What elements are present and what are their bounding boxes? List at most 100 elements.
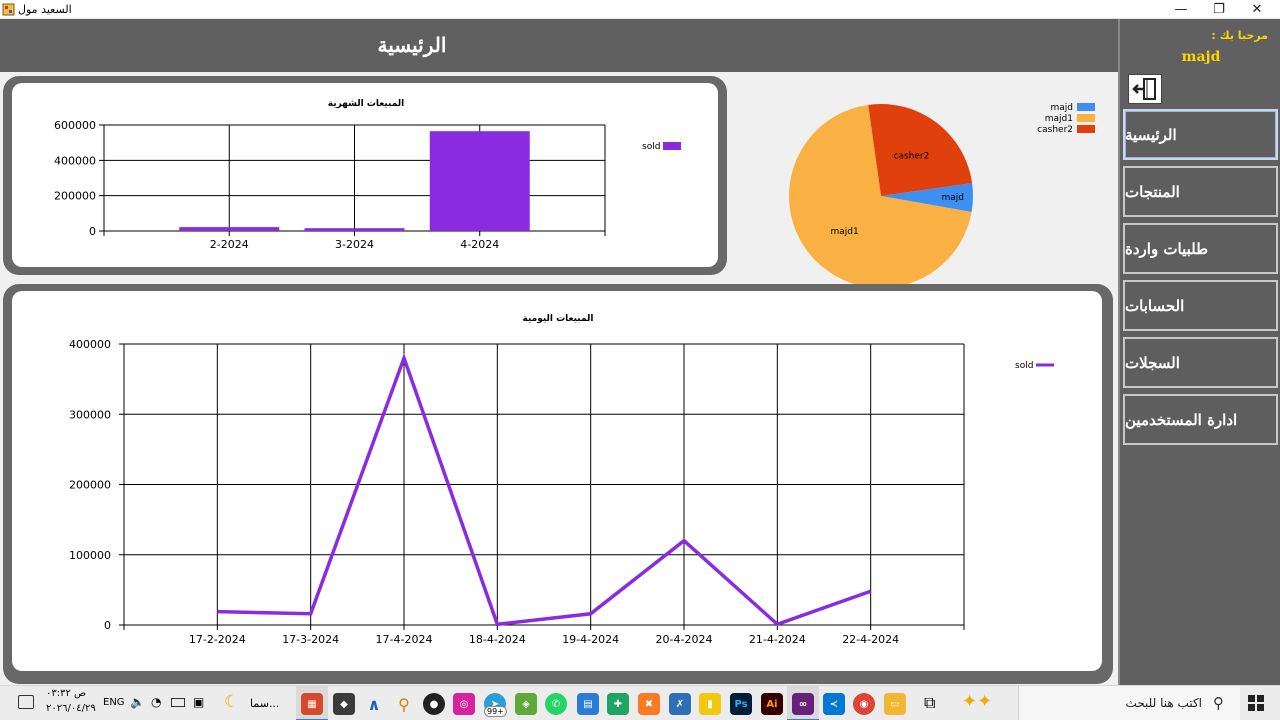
logout-button[interactable]	[1128, 74, 1162, 104]
page-header: الرئيسية	[0, 19, 1118, 72]
x-tick-label: 22-4-2024	[842, 633, 899, 646]
window-titlebar: السعيد مول — ❐ ✕	[0, 0, 1280, 19]
blue-app-icon[interactable]: ▤	[577, 693, 599, 715]
nav-products[interactable]: المنتجات	[1123, 166, 1278, 217]
powerbi-icon[interactable]: ▮	[699, 693, 721, 715]
task-view-icon[interactable]: ⧉	[924, 693, 935, 713]
x-tick-label: 3-2024	[335, 238, 374, 251]
notifications-icon[interactable]	[18, 695, 34, 709]
daily-sales-panel: المبيعات اليومية 0 100000 200000 300000 40000…	[12, 291, 1102, 671]
nav-home[interactable]: الرئيسية	[1123, 109, 1278, 160]
y-tick-label: 300000	[69, 408, 111, 421]
file-explorer-icon[interactable]: ▭	[884, 693, 906, 715]
legend-label: sold	[1015, 361, 1033, 371]
x-tick-label: 2-2024	[210, 238, 249, 251]
y-tick-label: 200000	[54, 190, 96, 203]
weather-label[interactable]: سما...	[250, 697, 279, 710]
legend-label: sold	[642, 142, 660, 152]
welcome-label: مرحبا بك :	[1211, 29, 1268, 42]
spreadsheet-app-icon[interactable]: ✚	[607, 693, 629, 715]
legend-label: majd1	[1045, 114, 1073, 124]
weather-moon-icon[interactable]: ☾	[224, 692, 239, 712]
search-app-icon[interactable]: ⚲	[393, 693, 415, 715]
main-content: الرئيسية المبيعات الشهرية 0 200000 400000 60…	[0, 19, 1118, 685]
meet-now-icon[interactable]: ▣	[193, 695, 204, 709]
taskbar-date[interactable]: ۲۰۲٦/۰٤/۲۹	[46, 703, 96, 714]
nav-records[interactable]: السجلات	[1123, 337, 1278, 388]
vscode-icon[interactable]: ≺	[823, 693, 845, 715]
whatsapp-icon[interactable]: ✆	[545, 693, 567, 715]
y-tick-label: 0	[104, 619, 111, 632]
chart-title: المبيعات اليومية	[523, 314, 594, 324]
search-icon: ⚲	[1213, 694, 1224, 712]
app-icon	[2, 3, 15, 16]
legend-swatch	[1077, 114, 1095, 122]
y-tick-label: 200000	[69, 479, 111, 492]
monthly-sales-chart: المبيعات الشهرية 0 200000 400000 600000 2-202…	[54, 99, 681, 251]
windows-taskbar: ۰۳:۳۲ ص ۲۰۲٦/۰٤/۲۹ ENG 🔈 ◔ ▣ ☾ سما... ▦ …	[0, 685, 1280, 720]
copilot-sparkle-icon[interactable]: ✦✦	[962, 691, 992, 712]
x-tick-label: 17-4-2024	[376, 633, 433, 646]
sold-line-series	[217, 352, 872, 627]
nav-incoming-orders[interactable]: طلبيات واردة	[1123, 223, 1278, 274]
bar-3-2024	[304, 228, 405, 231]
pie-label: casher2	[894, 152, 930, 162]
daily-sales-chart: المبيعات اليومية 0 100000 200000 300000 40000…	[69, 314, 1054, 646]
page-title: الرئيسية	[377, 33, 447, 57]
logout-door-icon	[1132, 78, 1156, 100]
xampp-icon[interactable]: ✖	[638, 693, 660, 715]
bar-2-2024	[179, 227, 280, 231]
green-app-icon[interactable]: ◈	[515, 693, 537, 715]
cashier-share-pie-chart: casher2majdmajd1majdmajd1casher2	[789, 103, 1095, 286]
username-label: majd	[1181, 49, 1221, 65]
y-tick-label: 400000	[54, 154, 96, 167]
photoshop-icon[interactable]: Ps	[730, 693, 752, 715]
volume-icon[interactable]: 🔈	[130, 695, 145, 709]
nav-user-management[interactable]: ادارة المستخدمين	[1123, 394, 1278, 445]
taskbar-search-box[interactable]: ⚲ اكتب هنا للبحث	[1018, 686, 1240, 720]
chrome-icon[interactable]: ◉	[853, 693, 875, 715]
window-title: السعيد مول	[18, 3, 72, 16]
notification-badge: 99+	[484, 706, 507, 717]
battery-icon[interactable]	[171, 698, 185, 707]
monthly-sales-panel: المبيعات الشهرية 0 200000 400000 600000 2-202…	[12, 83, 718, 267]
taskbar-time[interactable]: ۰۳:۳۲ ص	[46, 688, 86, 699]
legend-label: casher2	[1037, 125, 1073, 135]
github-icon[interactable]: ●	[423, 693, 445, 715]
legend-swatch	[1077, 103, 1095, 111]
chart-title: المبيعات الشهرية	[328, 99, 404, 109]
x-tick-label: 20-4-2024	[656, 633, 713, 646]
x-tick-label: 18-4-2024	[469, 633, 526, 646]
pie-slice-casher2	[868, 104, 973, 196]
bar-4-2024	[429, 131, 530, 231]
visual-studio-icon[interactable]: ∞	[792, 693, 814, 715]
language-indicator[interactable]: ENG	[103, 697, 125, 708]
arrow-app-icon[interactable]: ∧	[363, 693, 385, 715]
taskbar-search-placeholder: اكتب هنا للبحث	[1125, 696, 1202, 710]
x-tick-label: 19-4-2024	[562, 633, 619, 646]
x-tick-label: 17-3-2024	[282, 633, 339, 646]
windows-logo-icon	[1248, 695, 1264, 711]
y-tick-label: 600000	[54, 119, 96, 132]
windows-start-button[interactable]	[1248, 695, 1264, 711]
instagram-icon[interactable]: ◎	[453, 693, 475, 715]
y-tick-label: 400000	[69, 338, 111, 351]
winforms-app-icon[interactable]: ▦	[301, 693, 323, 715]
legend-swatch	[1077, 125, 1095, 133]
x-tick-label: 21-4-2024	[749, 633, 806, 646]
box-app-icon[interactable]: ◆	[333, 693, 355, 715]
legend-label: majd	[1051, 103, 1074, 113]
app-window: السعيد مول — ❐ ✕ الرئيسية المبيعات الشهر…	[0, 0, 1280, 720]
sidebar: مرحبا بك : majd الرئيسية المنتجات طلبيات…	[1118, 19, 1280, 685]
close-button[interactable]: ✕	[1234, 0, 1280, 19]
y-tick-label: 0	[89, 225, 96, 238]
pie-label: majd1	[830, 227, 858, 237]
y-tick-label: 100000	[69, 549, 111, 562]
jetbrains-app-icon[interactable]: ✗	[669, 693, 691, 715]
wifi-icon[interactable]: ◔	[151, 695, 161, 709]
legend-swatch	[663, 142, 681, 150]
illustrator-icon[interactable]: Ai	[761, 693, 783, 715]
nav-accounts[interactable]: الحسابات	[1123, 280, 1278, 331]
x-tick-label: 17-2-2024	[189, 633, 246, 646]
x-tick-label: 4-2024	[460, 238, 499, 251]
